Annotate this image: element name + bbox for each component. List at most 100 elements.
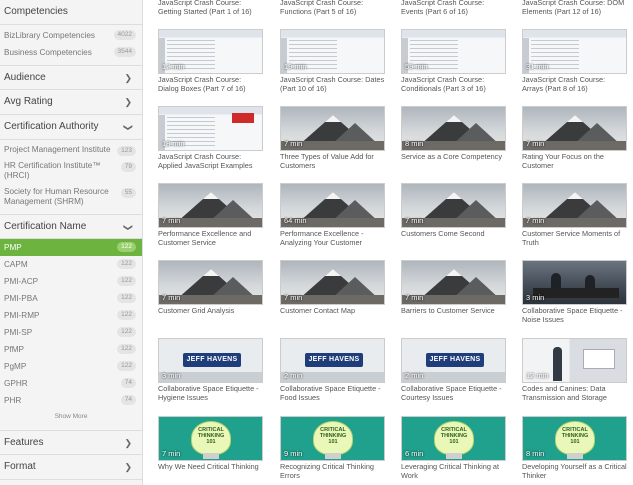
- course-thumbnail[interactable]: CRITICAL THINKING 101 8 min: [522, 416, 627, 461]
- course-title[interactable]: Customer Contact Map: [280, 306, 385, 315]
- filter-item-business-competencies[interactable]: Business Competencies 3544: [0, 44, 142, 61]
- course-card[interactable]: 59 min JavaScript Crash Course: Condition…: [401, 29, 506, 93]
- course-title[interactable]: JavaScript Crash Course: Conditionals (P…: [401, 75, 506, 93]
- course-card[interactable]: 12 min JavaScript Crash Course: Dialog Bo…: [158, 29, 263, 93]
- filter-item-capm[interactable]: CAPM 122: [0, 256, 142, 273]
- filter-item-gphr[interactable]: GPHR 74: [0, 375, 142, 392]
- course-thumbnail[interactable]: 59 min: [401, 29, 506, 74]
- course-card[interactable]: JavaScript Crash Course: Functions (Part…: [280, 0, 385, 16]
- course-card[interactable]: CRITICAL THINKING 101 9 min Recognizing Cr…: [280, 416, 385, 480]
- course-thumbnail[interactable]: JEFF HAVENS 3 min: [158, 338, 263, 383]
- filter-item-pgmp[interactable]: PgMP 122: [0, 358, 142, 375]
- course-title[interactable]: Rating Your Focus on the Customer: [522, 152, 627, 170]
- course-thumbnail[interactable]: 7 min: [522, 106, 627, 151]
- course-card[interactable]: 31 min JavaScript Crash Course: Arrays (P…: [522, 29, 627, 93]
- course-thumbnail[interactable]: 19 min: [280, 29, 385, 74]
- section-header-format[interactable]: Format ❯: [0, 455, 142, 481]
- course-title[interactable]: Performance Excellence - Analyzing Your …: [280, 229, 385, 247]
- filter-item-bizlibrary-competencies[interactable]: BizLibrary Competencies 4022: [0, 27, 142, 44]
- course-card[interactable]: 3 min Collaborative Space Etiquette - Noi…: [522, 260, 627, 324]
- course-card[interactable]: 7 min Customer Contact Map: [280, 260, 385, 315]
- section-header-certification-authority[interactable]: Certification Authority ❯: [0, 115, 142, 140]
- course-title[interactable]: Developing Yourself as a Critical Thinke…: [522, 462, 627, 480]
- course-card[interactable]: 7 min Three Types of Value Add for Custom…: [280, 106, 385, 170]
- course-thumbnail[interactable]: CRITICAL THINKING 101 6 min: [401, 416, 506, 461]
- course-thumbnail[interactable]: CRITICAL THINKING 101 9 min: [280, 416, 385, 461]
- filter-item-pmi-sp[interactable]: PMI-SP 122: [0, 324, 142, 341]
- course-card[interactable]: 7 min Customer Service Moments of Truth: [522, 183, 627, 247]
- section-header-audience[interactable]: Audience ❯: [0, 65, 142, 90]
- section-header-certification-name[interactable]: Certification Name ❯: [0, 214, 142, 240]
- course-card[interactable]: 12 min Codes and Canines: Data Transmissi…: [522, 338, 627, 402]
- filter-item-pmi-pba[interactable]: PMI-PBA 122: [0, 290, 142, 307]
- course-title[interactable]: JavaScript Crash Course: Dialog Boxes (P…: [158, 75, 263, 93]
- course-title[interactable]: JavaScript Crash Course: DOM Elements (P…: [522, 0, 627, 16]
- course-thumbnail[interactable]: 7 min: [522, 183, 627, 228]
- course-thumbnail[interactable]: 7 min: [280, 260, 385, 305]
- course-title[interactable]: Collaborative Space Etiquette - Food Iss…: [280, 384, 385, 402]
- course-card[interactable]: CRITICAL THINKING 101 7 min Why We Need Cr…: [158, 416, 263, 471]
- course-title[interactable]: JavaScript Crash Course: Applied JavaScr…: [158, 152, 263, 170]
- filter-item-shrm[interactable]: Society for Human Resource Management (S…: [0, 184, 142, 210]
- course-title[interactable]: JavaScript Crash Course: Getting Started…: [158, 0, 263, 16]
- course-card[interactable]: JEFF HAVENS 3 min Collaborative Space Etiq…: [158, 338, 263, 402]
- section-header-features[interactable]: Features ❯: [0, 430, 142, 456]
- course-thumbnail[interactable]: 12 min: [158, 29, 263, 74]
- course-title[interactable]: JavaScript Crash Course: Arrays (Part 8 …: [522, 75, 627, 93]
- course-title[interactable]: Codes and Canines: Data Transmission and…: [522, 384, 627, 402]
- course-title[interactable]: Collaborative Space Etiquette - Hygiene …: [158, 384, 263, 402]
- course-title[interactable]: Service as a Core Competency: [401, 152, 506, 161]
- filter-item-pmi-rmp[interactable]: PMI-RMP 122: [0, 307, 142, 324]
- course-title[interactable]: Performance Excellence and Customer Serv…: [158, 229, 263, 247]
- course-thumbnail[interactable]: 7 min: [158, 183, 263, 228]
- filter-item-pmi[interactable]: Project Management Institute 123: [0, 142, 142, 158]
- course-thumbnail[interactable]: 64 min: [280, 183, 385, 228]
- section-header-avg-rating[interactable]: Avg Rating ❯: [0, 90, 142, 115]
- course-thumbnail[interactable]: JEFF HAVENS 2 min: [401, 338, 506, 383]
- course-title[interactable]: JavaScript Crash Course: Dates (Part 10 …: [280, 75, 385, 93]
- course-title[interactable]: Customer Grid Analysis: [158, 306, 263, 315]
- course-thumbnail[interactable]: 31 min: [522, 29, 627, 74]
- course-thumbnail[interactable]: CRITICAL THINKING 101 7 min: [158, 416, 263, 461]
- course-card[interactable]: JEFF HAVENS 2 min Collaborative Space Etiq…: [280, 338, 385, 402]
- course-card[interactable]: JavaScript Crash Course: Getting Started…: [158, 0, 263, 16]
- course-title[interactable]: JavaScript Crash Course: Events (Part 6 …: [401, 0, 506, 16]
- course-card[interactable]: 19 min JavaScript Crash Course: Dates (Pa…: [280, 29, 385, 93]
- filter-item-pmp[interactable]: PMP 122: [0, 239, 142, 257]
- course-card[interactable]: 7 min Customer Grid Analysis: [158, 260, 263, 315]
- course-title[interactable]: Collaborative Space Etiquette - Courtesy…: [401, 384, 506, 402]
- course-card[interactable]: 7 min Rating Your Focus on the Customer: [522, 106, 627, 170]
- course-thumbnail[interactable]: 18 min: [158, 106, 263, 151]
- show-more-link[interactable]: Show More: [0, 409, 142, 426]
- course-thumbnail[interactable]: 3 min: [522, 260, 627, 305]
- course-card[interactable]: 18 min JavaScript Crash Course: Applied J…: [158, 106, 263, 170]
- course-thumbnail[interactable]: 7 min: [401, 183, 506, 228]
- course-card[interactable]: CRITICAL THINKING 101 8 min Developing You…: [522, 416, 627, 480]
- course-thumbnail[interactable]: JEFF HAVENS 2 min: [280, 338, 385, 383]
- course-title[interactable]: Leveraging Critical Thinking at Work: [401, 462, 506, 480]
- course-thumbnail[interactable]: 12 min: [522, 338, 627, 383]
- course-card[interactable]: 7 min Customers Come Second: [401, 183, 506, 238]
- filter-item-phr[interactable]: PHR 74: [0, 392, 142, 409]
- course-card[interactable]: JavaScript Crash Course: Events (Part 6 …: [401, 0, 506, 16]
- course-thumbnail[interactable]: 7 min: [280, 106, 385, 151]
- course-title[interactable]: Barriers to Customer Service: [401, 306, 506, 315]
- section-header-competencies[interactable]: Competencies: [0, 0, 142, 25]
- course-card[interactable]: CRITICAL THINKING 101 6 min Leveraging Cri…: [401, 416, 506, 480]
- course-card[interactable]: 7 min Performance Excellence and Customer…: [158, 183, 263, 247]
- course-card[interactable]: 8 min Service as a Core Competency: [401, 106, 506, 161]
- course-title[interactable]: Why We Need Critical Thinking: [158, 462, 263, 471]
- filter-item-hrci[interactable]: HR Certification Institute™ (HRCI) 79: [0, 158, 142, 184]
- course-card[interactable]: JEFF HAVENS 2 min Collaborative Space Etiq…: [401, 338, 506, 402]
- filter-item-pmi-acp[interactable]: PMI-ACP 122: [0, 273, 142, 290]
- course-thumbnail[interactable]: 8 min: [401, 106, 506, 151]
- course-title[interactable]: JavaScript Crash Course: Functions (Part…: [280, 0, 385, 16]
- course-title[interactable]: Customer Service Moments of Truth: [522, 229, 627, 247]
- course-title[interactable]: Collaborative Space Etiquette - Noise Is…: [522, 306, 627, 324]
- course-title[interactable]: Three Types of Value Add for Customers: [280, 152, 385, 170]
- course-card[interactable]: JavaScript Crash Course: DOM Elements (P…: [522, 0, 627, 16]
- filter-item-pfmp[interactable]: PfMP 122: [0, 341, 142, 358]
- course-thumbnail[interactable]: 7 min: [158, 260, 263, 305]
- course-title[interactable]: Customers Come Second: [401, 229, 506, 238]
- course-card[interactable]: 7 min Barriers to Customer Service: [401, 260, 506, 315]
